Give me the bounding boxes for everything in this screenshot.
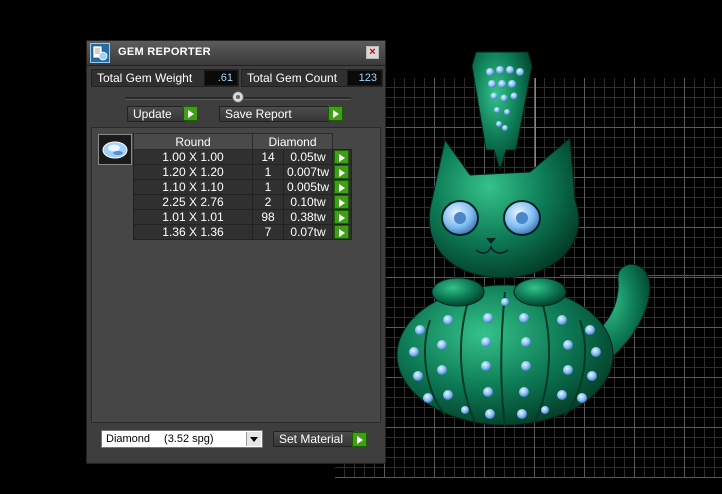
slider-handle[interactable]	[232, 91, 244, 103]
table-row[interactable]: 1.10 X 1.10 1 0.005tw	[133, 179, 352, 195]
row-action-cell	[332, 164, 352, 180]
cat-left-paw	[431, 277, 485, 307]
play-arrow-icon[interactable]	[334, 165, 349, 179]
total-gem-weight-value: .61	[204, 70, 238, 86]
table-row[interactable]: 1.36 X 1.36 7 0.07tw	[133, 224, 352, 240]
gem-weight: 0.05tw	[283, 149, 333, 165]
table-row[interactable]: 1.20 X 1.20 1 0.007tw	[133, 164, 352, 180]
table-row[interactable]: 1.01 X 1.01 98 0.38tw	[133, 209, 352, 225]
gem-weight: 0.38tw	[283, 209, 333, 225]
play-arrow-icon[interactable]	[334, 195, 349, 209]
save-report-button[interactable]: Save Report	[219, 106, 329, 122]
cat-right-paw	[513, 277, 567, 307]
play-arrow-icon[interactable]	[334, 210, 349, 224]
header-round: Round	[133, 133, 253, 150]
material-name: Diamond	[106, 433, 151, 445]
row-action-cell	[332, 194, 352, 210]
gem-reporter-dialog: GEM REPORTER × Total Gem Weight .61 Tota…	[86, 40, 386, 464]
gem-weight: 0.007tw	[283, 164, 333, 180]
row-action-cell	[332, 209, 352, 225]
play-arrow-icon[interactable]	[334, 180, 349, 194]
header-spacer	[332, 133, 352, 150]
set-material-button[interactable]: Set Material	[273, 431, 353, 447]
update-play-arrow-icon[interactable]	[183, 106, 198, 121]
gem-weight: 0.005tw	[283, 179, 333, 195]
gem-count: 7	[252, 224, 284, 240]
row-action-cell	[332, 179, 352, 195]
window-title: GEM REPORTER	[118, 46, 211, 58]
material-select[interactable]: Diamond (3.52 spg)	[101, 430, 263, 448]
header-diamond: Diamond	[252, 133, 333, 150]
total-gem-count-value: 123	[347, 70, 382, 86]
close-button[interactable]: ×	[366, 46, 379, 59]
save-report-play-arrow-icon[interactable]	[328, 106, 343, 121]
gem-count: 98	[252, 209, 284, 225]
gem-count: 14	[252, 149, 284, 165]
play-arrow-icon[interactable]	[334, 150, 349, 164]
gem-size: 1.36 X 1.36	[133, 224, 253, 240]
round-gem-icon[interactable]	[98, 134, 132, 165]
row-action-cell	[332, 224, 352, 240]
row-action-cell	[332, 149, 352, 165]
play-arrow-icon[interactable]	[334, 225, 349, 239]
gem-count: 1	[252, 179, 284, 195]
gem-reporter-app-icon	[90, 43, 110, 63]
gem-size: 1.10 X 1.10	[133, 179, 253, 195]
gem-table: Round Diamond 1.00 X 1.00 14 0.05tw 1.20…	[133, 133, 352, 240]
title-bar[interactable]: GEM REPORTER ×	[87, 41, 385, 66]
material-spg: (3.52 spg)	[164, 433, 214, 445]
gem-weight: 0.10tw	[283, 194, 333, 210]
gem-weight: 0.07tw	[283, 224, 333, 240]
chevron-down-icon[interactable]	[246, 432, 261, 446]
gem-size: 1.01 X 1.01	[133, 209, 253, 225]
table-row[interactable]: 2.25 X 2.76 2 0.10tw	[133, 194, 352, 210]
set-material-play-arrow-icon[interactable]	[352, 432, 367, 447]
gem-size: 1.00 X 1.00	[133, 149, 253, 165]
update-button[interactable]: Update	[127, 106, 185, 122]
gem-size: 2.25 X 2.76	[133, 194, 253, 210]
gem-count: 2	[252, 194, 284, 210]
table-row[interactable]: 1.00 X 1.00 14 0.05tw	[133, 149, 352, 165]
gem-size: 1.20 X 1.20	[133, 164, 253, 180]
gem-count: 1	[252, 164, 284, 180]
